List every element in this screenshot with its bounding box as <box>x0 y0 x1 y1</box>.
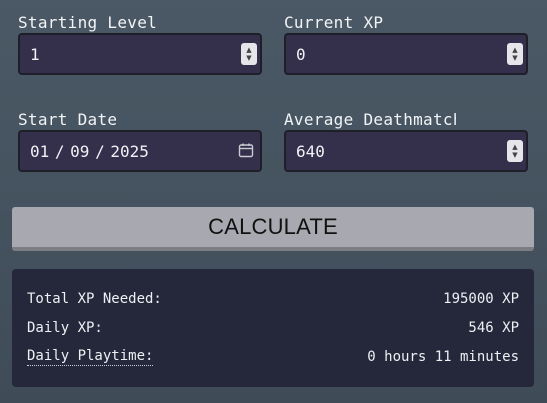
chevron-down-icon[interactable]: ▼ <box>512 151 517 159</box>
daily-xp-row: Daily XP: 546 XP <box>27 318 519 338</box>
total-xp-label: Total XP Needed: <box>27 291 162 307</box>
calculate-button[interactable]: CALCULATE <box>12 207 534 251</box>
chevron-down-icon[interactable]: ▼ <box>246 54 251 62</box>
start-date-label: Start Date <box>18 110 118 129</box>
number-spinner-icon[interactable]: ▲ ▼ <box>241 43 257 65</box>
chevron-down-icon[interactable]: ▼ <box>512 54 517 62</box>
number-spinner-icon[interactable]: ▲ ▼ <box>507 43 523 65</box>
average-deathmatch-value: 640 <box>296 141 325 161</box>
current-xp-label: Current XP <box>284 13 384 32</box>
current-xp-field: Current XP 0 ▲ ▼ <box>284 12 528 75</box>
start-date-value: 01 / 09 / 2025 <box>30 141 149 161</box>
starting-level-value: 1 <box>30 44 40 64</box>
daily-xp-value: 546 XP <box>468 320 519 336</box>
number-spinner-icon[interactable]: ▲ ▼ <box>507 140 523 162</box>
current-xp-value: 0 <box>296 44 306 64</box>
chevron-up-icon[interactable]: ▲ <box>512 46 517 54</box>
daily-playtime-value: 0 hours 11 minutes <box>367 349 519 365</box>
starting-level-input[interactable]: 1 ▲ ▼ <box>18 33 262 75</box>
chevron-up-icon[interactable]: ▲ <box>512 143 517 151</box>
average-deathmatch-label: Average Deathmatch <box>284 110 456 129</box>
calendar-icon[interactable] <box>238 142 254 158</box>
results-panel: Total XP Needed: 195000 XP Daily XP: 546… <box>12 269 534 387</box>
average-deathmatch-field: Average Deathmatch 640 ▲ ▼ <box>284 109 528 172</box>
total-xp-value: 195000 XP <box>443 291 519 307</box>
daily-playtime-label[interactable]: Daily Playtime: <box>27 348 154 366</box>
total-xp-row: Total XP Needed: 195000 XP <box>27 289 519 309</box>
average-deathmatch-input[interactable]: 640 ▲ ▼ <box>284 130 528 172</box>
start-date-input[interactable]: 01 / 09 / 2025 <box>18 130 262 172</box>
daily-xp-label: Daily XP: <box>27 320 103 336</box>
current-xp-input[interactable]: 0 ▲ ▼ <box>284 33 528 75</box>
start-date-field: Start Date 01 / 09 / 2025 <box>18 109 262 172</box>
starting-level-field: Starting Level 1 ▲ ▼ <box>18 12 262 75</box>
daily-playtime-row: Daily Playtime: 0 hours 11 minutes <box>27 347 519 367</box>
chevron-up-icon[interactable]: ▲ <box>246 46 251 54</box>
starting-level-label: Starting Level <box>18 13 158 32</box>
